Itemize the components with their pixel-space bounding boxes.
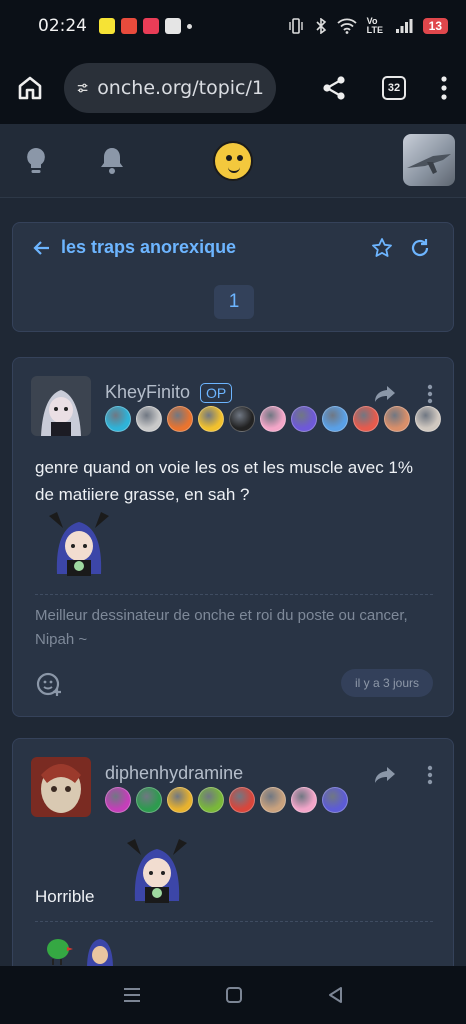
user-badge-icon[interactable]	[229, 406, 255, 432]
back-arrow-icon[interactable]	[33, 239, 51, 257]
small-sticker-icon	[87, 939, 113, 969]
notification-icons	[99, 18, 192, 34]
post-avatar[interactable]	[31, 376, 91, 436]
bird-sticker-icon	[47, 939, 73, 965]
home-button-icon[interactable]	[225, 986, 243, 1004]
signal-icon	[395, 19, 413, 33]
snapchat-icon	[99, 18, 115, 34]
more-options-icon[interactable]	[427, 765, 433, 785]
user-badge-icon[interactable]	[415, 406, 441, 432]
more-icon[interactable]	[440, 75, 448, 101]
post-body: genre quand on voie les os et les muscle…	[35, 458, 414, 504]
url-text: onche.org/topic/1	[97, 77, 264, 99]
user-badge-icon[interactable]	[229, 787, 255, 813]
user-badge-icon[interactable]	[136, 406, 162, 432]
post-signature: Meilleur dessinateur de onche et roi du …	[35, 607, 408, 648]
add-reaction-icon[interactable]	[35, 670, 63, 698]
bell-icon[interactable]	[100, 146, 124, 174]
post-username[interactable]: KheyFinito	[105, 382, 190, 403]
browser-toolbar: onche.org/topic/1 32	[0, 52, 466, 124]
page-1-button[interactable]: 1	[214, 285, 254, 319]
site-logo-smiley[interactable]	[213, 141, 253, 181]
reply-icon[interactable]	[373, 384, 397, 404]
bluetooth-icon	[316, 18, 326, 34]
recent-apps-icon[interactable]	[122, 986, 142, 1004]
user-badge-icon[interactable]	[260, 406, 286, 432]
battery-indicator: 13	[422, 18, 448, 34]
signature-divider	[35, 594, 433, 595]
network-type: Vo LTE	[366, 16, 383, 35]
post-card: KheyFinito OP genre quand on voie les os…	[12, 357, 454, 717]
badge-list	[105, 787, 348, 813]
address-bar[interactable]: onche.org/topic/1	[64, 63, 276, 113]
user-badge-icon[interactable]	[198, 406, 224, 432]
user-badge-icon[interactable]	[322, 787, 348, 813]
user-badge-icon[interactable]	[260, 787, 286, 813]
post-timestamp[interactable]: il y a 3 jours	[340, 669, 433, 697]
lightbulb-icon[interactable]	[24, 146, 48, 176]
more-notifications-icon	[187, 23, 192, 29]
reply-icon[interactable]	[373, 765, 397, 785]
user-badge-icon[interactable]	[198, 787, 224, 813]
post-card: diphenhydramine Horrible	[12, 738, 454, 978]
post-username[interactable]: diphenhydramine	[105, 763, 243, 784]
user-badge-icon[interactable]	[353, 406, 379, 432]
sticker-image	[49, 512, 109, 576]
shop-app-icon	[121, 18, 137, 34]
back-button-icon[interactable]	[326, 986, 344, 1004]
user-badge-icon[interactable]	[136, 787, 162, 813]
badge-list	[105, 406, 441, 432]
topic-header-card: les traps anorexique 1	[12, 222, 454, 332]
tab-count-button[interactable]: 32	[382, 76, 406, 100]
user-avatar[interactable]	[403, 134, 455, 186]
user-badge-icon[interactable]	[322, 406, 348, 432]
user-badge-icon[interactable]	[291, 787, 317, 813]
more-options-icon[interactable]	[427, 384, 433, 404]
site-header	[0, 124, 466, 198]
system-nav-bar	[0, 966, 466, 1024]
user-badge-icon[interactable]	[105, 406, 131, 432]
user-badge-icon[interactable]	[384, 406, 410, 432]
post-body: Horrible	[35, 887, 95, 906]
wifi-icon	[337, 18, 357, 34]
topic-title[interactable]: les traps anorexique	[61, 237, 236, 258]
youtube-icon	[165, 18, 181, 34]
vibrate-icon	[288, 18, 303, 34]
home-icon[interactable]	[12, 70, 48, 106]
signature-divider	[35, 921, 433, 922]
music-app-icon	[143, 18, 159, 34]
status-time: 02:24	[38, 16, 87, 36]
user-badge-icon[interactable]	[105, 787, 131, 813]
post-avatar[interactable]	[31, 757, 91, 817]
user-badge-icon[interactable]	[291, 406, 317, 432]
tune-icon[interactable]	[76, 77, 89, 99]
user-badge-icon[interactable]	[167, 787, 193, 813]
jet-image-icon	[407, 154, 451, 174]
star-icon[interactable]	[371, 237, 393, 259]
sticker-image	[127, 839, 187, 903]
user-badge-icon[interactable]	[167, 406, 193, 432]
share-icon[interactable]	[320, 74, 348, 102]
status-bar: 02:24 Vo LTE 13	[0, 0, 466, 52]
refresh-icon[interactable]	[409, 237, 431, 259]
op-badge: OP	[200, 382, 233, 403]
